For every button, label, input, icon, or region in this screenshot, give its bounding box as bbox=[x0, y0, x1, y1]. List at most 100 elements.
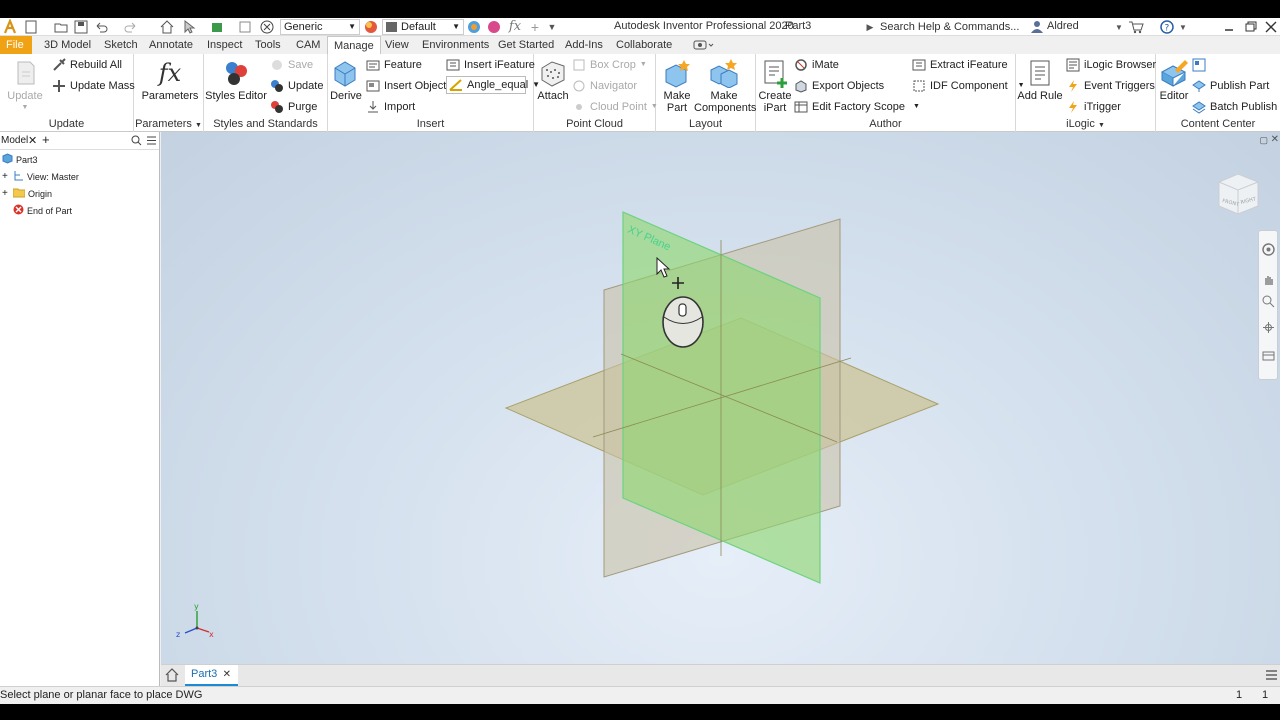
restore-icon[interactable] bbox=[1244, 20, 1258, 34]
panel-title-parameters[interactable]: Parameters ▼ bbox=[134, 117, 203, 132]
create-ipart-button[interactable]: Create iPart bbox=[758, 58, 792, 114]
make-part-button[interactable]: Make Part bbox=[660, 58, 694, 114]
plus-icon[interactable]: + bbox=[42, 132, 50, 147]
editor-button[interactable]: Editor bbox=[1158, 58, 1190, 102]
tree-item-part3[interactable]: Part3 bbox=[2, 153, 38, 166]
ilogic-browser-button[interactable]: iLogic Browser bbox=[1066, 56, 1156, 74]
tab-tools[interactable]: Tools bbox=[249, 36, 287, 54]
look-at-icon[interactable] bbox=[1262, 349, 1275, 365]
panel-title-ilogic[interactable]: iLogic ▼ bbox=[1016, 117, 1155, 132]
clear-appearance-icon[interactable] bbox=[487, 20, 501, 34]
viewcube[interactable]: FRONT RIGHT bbox=[1214, 168, 1264, 218]
tree-item-origin[interactable]: + Origin bbox=[2, 187, 52, 200]
undo-icon[interactable] bbox=[94, 20, 108, 34]
doc-tab-part3[interactable]: Part3 ✕ bbox=[185, 665, 238, 686]
orbit-icon[interactable] bbox=[1262, 321, 1275, 337]
insert-ifeature-button[interactable]: Insert iFeature bbox=[446, 56, 535, 74]
plus-icon[interactable]: + bbox=[528, 19, 542, 35]
search-icon[interactable] bbox=[131, 135, 142, 149]
ribbon-toggle-icon[interactable] bbox=[693, 38, 715, 52]
inventor-logo-icon[interactable] bbox=[3, 19, 17, 35]
styles-editor-button[interactable]: Styles Editor bbox=[205, 58, 267, 102]
close-view-icon[interactable]: ✕ bbox=[1271, 134, 1279, 145]
zoom-icon[interactable] bbox=[1262, 295, 1275, 311]
tab-view[interactable]: View bbox=[379, 36, 415, 54]
project-icon[interactable] bbox=[238, 20, 252, 34]
batch-publish-button[interactable]: Batch Publish bbox=[1192, 98, 1277, 116]
insert-object-button[interactable]: Insert Object bbox=[366, 77, 446, 95]
home-icon[interactable] bbox=[165, 668, 179, 685]
imate-button[interactable]: iMate bbox=[794, 56, 839, 74]
tab-environments[interactable]: Environments bbox=[416, 36, 495, 54]
parameters-button[interactable]: fx Parameters bbox=[142, 58, 199, 102]
hamburger-menu-icon[interactable] bbox=[1265, 669, 1278, 684]
tab-manage[interactable]: Manage bbox=[327, 36, 381, 54]
user-icon[interactable] bbox=[1030, 20, 1044, 34]
save-style-button[interactable]: Save bbox=[270, 56, 313, 74]
tab-file[interactable]: File bbox=[0, 36, 32, 54]
update-mass-button[interactable]: Update Mass bbox=[52, 77, 135, 95]
appearance-dropdown[interactable]: Default ▼ bbox=[382, 19, 464, 35]
publish-part-button[interactable]: Publish Part bbox=[1192, 77, 1269, 95]
material-dropdown[interactable]: Generic ▼ bbox=[280, 19, 360, 35]
home-icon[interactable] bbox=[160, 20, 174, 34]
cloud-point-button[interactable]: Cloud Point ▼ bbox=[572, 98, 658, 116]
angle-dropdown[interactable]: Angle_equal ▼ bbox=[446, 76, 540, 94]
close-icon[interactable]: ✕ bbox=[28, 134, 37, 147]
return-icon[interactable] bbox=[210, 20, 224, 34]
chevron-down-icon[interactable]: ▼ bbox=[1114, 20, 1124, 34]
user-name[interactable]: Aldred bbox=[1047, 20, 1079, 32]
close-icon[interactable]: ✕ bbox=[223, 665, 231, 684]
navigator-button[interactable]: Navigator bbox=[572, 77, 637, 95]
fx-icon[interactable]: fx bbox=[508, 18, 522, 35]
redo-icon[interactable] bbox=[124, 20, 138, 34]
tab-get-started[interactable]: Get Started bbox=[492, 36, 560, 54]
open-icon[interactable] bbox=[54, 20, 68, 34]
event-triggers-button[interactable]: Event Triggers bbox=[1066, 77, 1155, 95]
box-crop-button[interactable]: Box Crop ▼ bbox=[572, 56, 647, 74]
browser-tab-model[interactable]: Model bbox=[1, 135, 28, 146]
itrigger-button[interactable]: iTrigger bbox=[1066, 98, 1121, 116]
update-style-button[interactable]: Update bbox=[270, 77, 323, 95]
graphics-window[interactable]: XY Plane y x z ▢ ✕ FRONT RIGHT bbox=[161, 132, 1280, 664]
tab-collaborate[interactable]: Collaborate bbox=[610, 36, 678, 54]
add-rule-button[interactable]: Add Rule bbox=[1017, 58, 1063, 102]
close-icon[interactable] bbox=[1264, 20, 1278, 34]
rebuild-all-button[interactable]: Rebuild All bbox=[52, 56, 122, 74]
tab-annotate[interactable]: Annotate bbox=[143, 36, 199, 54]
steering-wheel-icon[interactable] bbox=[1262, 243, 1275, 259]
feature-button[interactable]: Feature bbox=[366, 56, 422, 74]
import-button[interactable]: Import bbox=[366, 98, 415, 116]
tab-inspect[interactable]: Inspect bbox=[201, 36, 248, 54]
cart-icon[interactable] bbox=[1128, 20, 1144, 34]
menu-icon[interactable] bbox=[146, 135, 157, 149]
tree-item-view-master[interactable]: + View: Master bbox=[2, 170, 79, 183]
help-icon[interactable]: ? bbox=[1160, 20, 1174, 34]
make-components-button[interactable]: Make Components bbox=[694, 58, 756, 114]
pan-icon[interactable] bbox=[1262, 273, 1275, 289]
maximize-view-icon[interactable]: ▢ bbox=[1259, 135, 1268, 146]
tab-3d-model[interactable]: 3D Model bbox=[38, 36, 97, 54]
content-center-config-button[interactable] bbox=[1192, 56, 1206, 74]
idf-component-button[interactable]: IDF Component ▼ bbox=[912, 77, 1025, 95]
minimize-icon[interactable] bbox=[1222, 20, 1236, 34]
purge-button[interactable]: Purge bbox=[270, 98, 317, 116]
save-icon[interactable] bbox=[74, 20, 88, 34]
edit-factory-scope-button[interactable]: Edit Factory Scope ▼ bbox=[794, 98, 920, 116]
attach-button[interactable]: Attach bbox=[536, 58, 570, 102]
select-icon[interactable] bbox=[182, 20, 196, 34]
clear-icon[interactable] bbox=[260, 20, 274, 34]
customize-icon[interactable]: ▼ bbox=[546, 19, 558, 35]
export-objects-button[interactable]: Export Objects bbox=[794, 77, 884, 95]
chevron-down-icon[interactable]: ▼ bbox=[1178, 20, 1188, 34]
help-search-input[interactable]: Search Help & Commands... bbox=[876, 19, 1022, 35]
expand-icon[interactable]: + bbox=[2, 188, 10, 199]
derive-button[interactable]: Derive bbox=[330, 58, 362, 102]
adjust-icon[interactable] bbox=[467, 20, 481, 34]
new-file-icon[interactable] bbox=[24, 20, 38, 34]
expand-icon[interactable]: + bbox=[2, 171, 10, 182]
tab-add-ins[interactable]: Add-Ins bbox=[559, 36, 609, 54]
extract-ifeature-button[interactable]: Extract iFeature bbox=[912, 56, 1008, 74]
tab-sketch[interactable]: Sketch bbox=[98, 36, 144, 54]
tree-item-end-of-part[interactable]: End of Part bbox=[13, 204, 72, 217]
